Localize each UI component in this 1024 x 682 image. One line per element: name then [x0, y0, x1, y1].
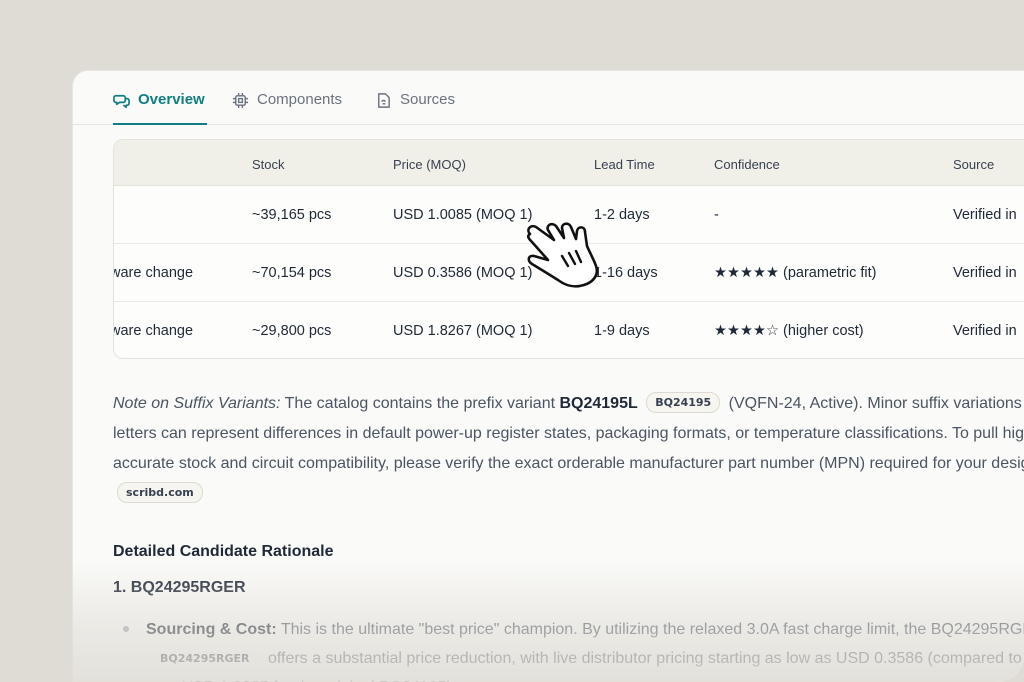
tab-sources[interactable]: Sources: [375, 91, 455, 125]
tab-overview[interactable]: Overview: [113, 91, 207, 125]
suffix-variants-note: Note on Suffix Variants: The catalog con…: [113, 389, 1024, 509]
table-cell: USD 0.3586 (MOQ 1): [393, 265, 533, 281]
header-lead-time: Lead Time: [594, 157, 655, 172]
source-chip[interactable]: scribd.com: [117, 482, 203, 503]
bullet-text: This is the ultimate "best price" champi…: [276, 621, 1024, 638]
table-cell: ware change: [113, 265, 194, 281]
part-chip[interactable]: BQ24295RGER: [152, 644, 258, 673]
content-panel: Overview Components Sources Stock Price …: [72, 70, 1024, 682]
note-text: The catalog contains the prefix variant: [280, 395, 560, 412]
list-item: Sourcing & Cost: This is the ultimate "b…: [123, 615, 1024, 682]
bullet-text: offers a substantial price reduction, wi…: [146, 650, 1022, 682]
bullet-label: Sourcing & Cost:: [146, 621, 277, 638]
candidate-heading: 1. BQ24295RGER: [113, 579, 246, 596]
part-chip[interactable]: BQ24195: [646, 392, 721, 413]
bullet-dot: [123, 626, 129, 632]
table-cell: -: [714, 207, 719, 223]
table-header: Stock Price (MOQ) Lead Time Confidence S…: [114, 140, 1024, 186]
header-price: Price (MOQ): [393, 157, 466, 172]
header-confidence: Confidence: [714, 157, 780, 172]
table-cell: 1-9 days: [594, 323, 650, 339]
table-cell: Verified in: [953, 323, 1017, 339]
table-row: ware change ~29,800 pcs USD 1.8267 (MOQ …: [113, 302, 1024, 358]
tab-bar: Overview Components Sources: [73, 71, 1024, 125]
table-cell: Verified in: [953, 265, 1017, 281]
table-cell: ware change: [113, 323, 194, 339]
table-cell: Verified in: [953, 207, 1017, 223]
table-cell: ~29,800 pcs: [252, 323, 332, 339]
table-cell: ★★★★★ (parametric fit): [714, 265, 877, 281]
section-heading: Detailed Candidate Rationale: [113, 543, 334, 560]
table-cell: ~70,154 pcs: [252, 265, 332, 281]
hand-pointer-icon: [526, 222, 599, 288]
tab-sources-label: Sources: [400, 91, 456, 108]
chat-bubbles-icon: [113, 91, 130, 113]
tab-components[interactable]: Components: [232, 91, 342, 125]
table-cell: ★★★★☆ (higher cost): [714, 323, 864, 339]
table-cell: USD 1.0085 (MOQ 1): [393, 207, 533, 223]
tab-components-label: Components: [257, 91, 343, 108]
tab-overview-label: Overview: [138, 91, 205, 108]
header-source: Source: [953, 157, 995, 172]
table-cell: USD 1.8267 (MOQ 1): [393, 323, 533, 339]
table-cell: ~39,165 pcs: [252, 207, 332, 223]
app-window-frame: Overview Components Sources Stock Price …: [0, 0, 1024, 682]
note-label: Note on Suffix Variants:: [113, 395, 281, 412]
chip-icon: [232, 91, 249, 113]
header-stock: Stock: [252, 157, 285, 172]
document-icon: [375, 91, 392, 113]
part-number: BQ24195L: [559, 395, 638, 412]
